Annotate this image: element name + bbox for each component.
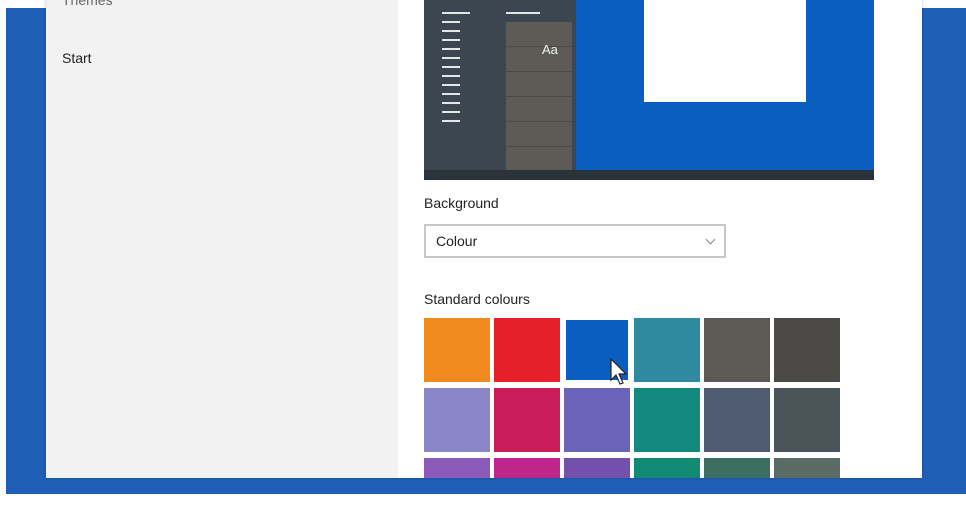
preview-tile-text: Aa [542, 42, 558, 57]
sidebar-item-themes[interactable]: Themes [62, 0, 113, 8]
preview-taskbar [424, 170, 874, 180]
preview-tiles [506, 22, 572, 170]
colour-swatch[interactable] [424, 458, 490, 478]
colour-swatch[interactable] [634, 388, 700, 452]
colour-swatch[interactable] [424, 318, 490, 382]
settings-sidebar: Themes Start [46, 0, 398, 478]
colour-swatch[interactable] [564, 318, 630, 382]
colour-swatch[interactable] [634, 318, 700, 382]
colour-swatch[interactable] [704, 318, 770, 382]
colour-swatch[interactable] [494, 388, 560, 452]
background-dropdown[interactable]: Colour [424, 224, 726, 258]
preview-tile-header [506, 12, 540, 14]
settings-window: Themes Start Aa Background Colour Standa… [46, 0, 922, 478]
screen-bottom-edge [0, 494, 966, 510]
preview-menu-lines [442, 12, 470, 129]
colour-swatch[interactable] [494, 458, 560, 478]
colour-swatch[interactable] [494, 318, 560, 382]
theme-preview: Aa [424, 0, 874, 180]
colour-swatch[interactable] [774, 388, 840, 452]
sidebar-item-start[interactable]: Start [62, 50, 92, 66]
colour-swatch[interactable] [564, 388, 630, 452]
colour-swatch[interactable] [704, 388, 770, 452]
standard-colours-label: Standard colours [424, 291, 530, 307]
colour-swatch-grid [424, 318, 844, 478]
background-label: Background [424, 195, 499, 211]
colour-swatch[interactable] [564, 458, 630, 478]
colour-swatch[interactable] [774, 458, 840, 478]
screen-left-edge [0, 0, 6, 510]
colour-swatch[interactable] [704, 458, 770, 478]
personalization-content: Aa Background Colour Standard colours [398, 0, 922, 478]
colour-swatch[interactable] [774, 318, 840, 382]
preview-window [644, 0, 806, 102]
chevron-down-icon [705, 234, 716, 245]
background-dropdown-value: Colour [436, 233, 478, 249]
colour-swatch[interactable] [634, 458, 700, 478]
colour-swatch[interactable] [424, 388, 490, 452]
